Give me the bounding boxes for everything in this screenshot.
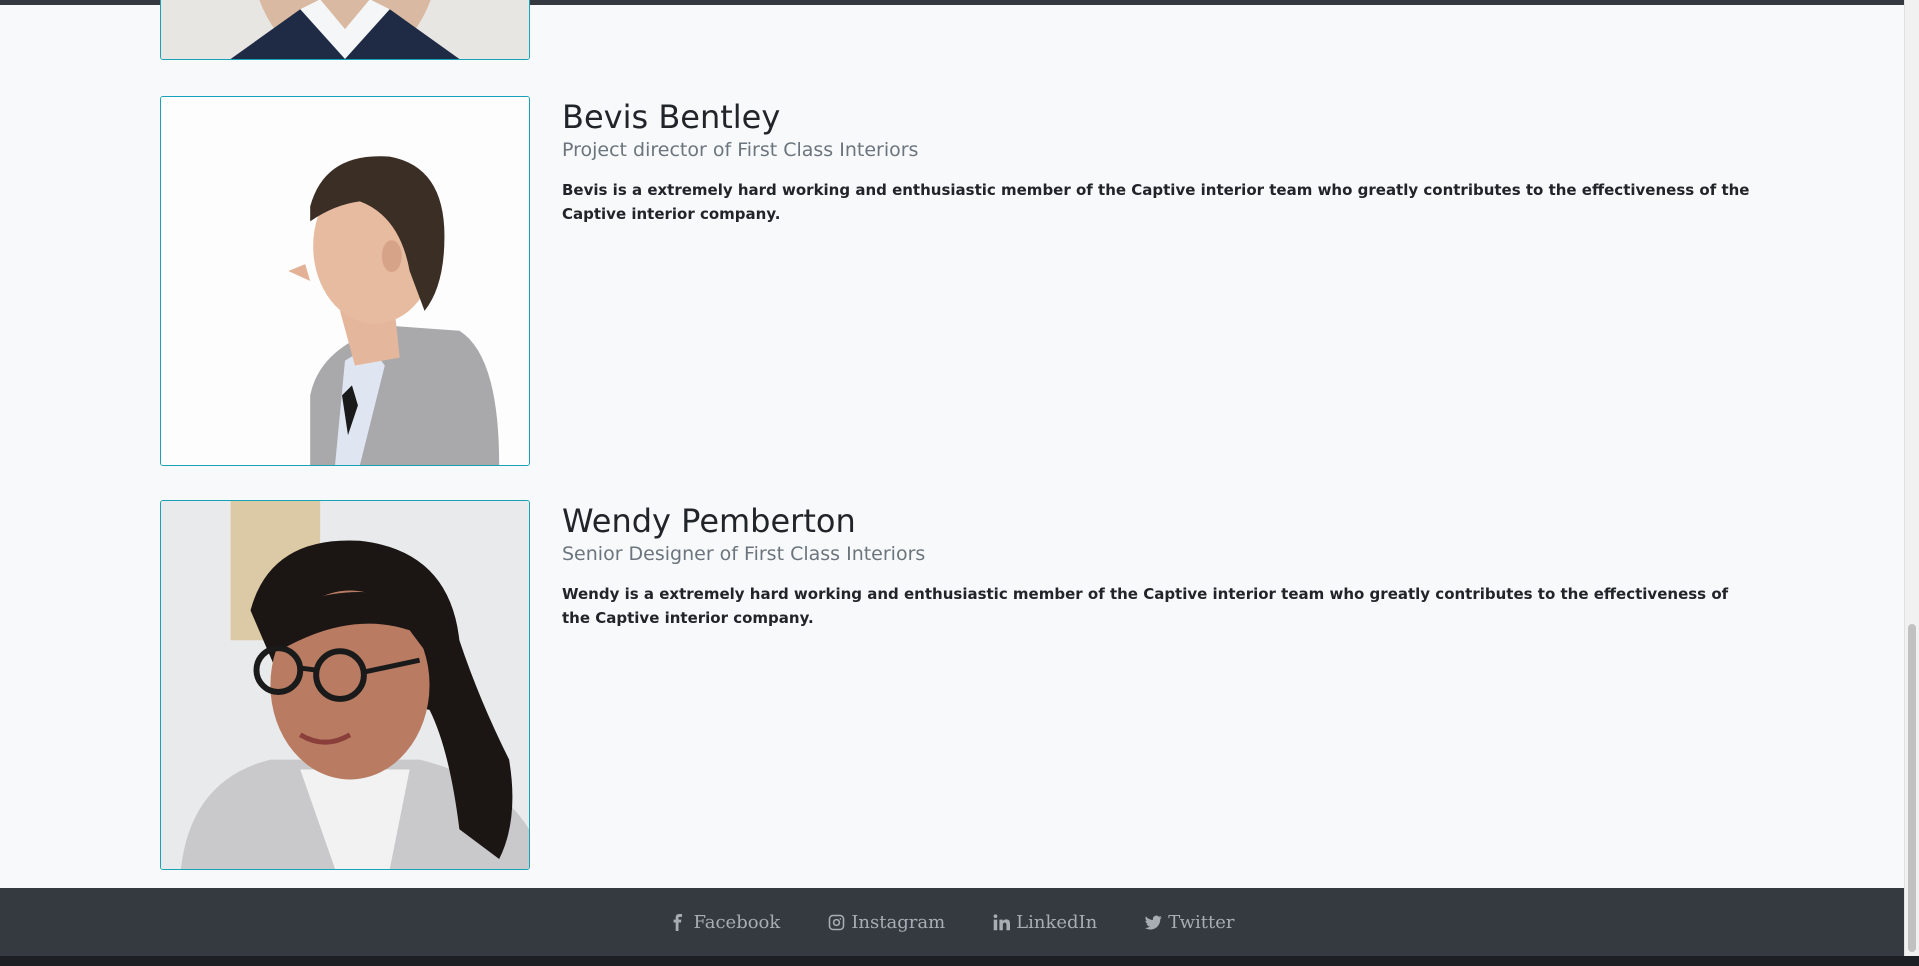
team-member-photo-wendy [160,500,530,870]
instagram-icon [829,914,845,930]
team-page: Bevis Bentley Project director of First … [0,0,1905,966]
linkedin-label: LinkedIn [1016,911,1098,933]
team-member-info-bevis: Bevis Bentley Project director of First … [562,96,1752,226]
scrollbar-thumb[interactable] [1908,624,1916,952]
twitter-icon [1145,915,1162,930]
linkedin-icon [993,913,1011,930]
twitter-label: Twitter [1168,911,1235,933]
team-member-role: Project director of First Class Interior… [562,139,919,161]
facebook-label: Facebook [693,911,781,933]
team-member-photo-bevis [160,96,530,466]
team-member-bio: Bevis is a extremely hard working and en… [562,181,1750,223]
twitter-link[interactable]: Twitter [1145,911,1235,933]
vertical-scrollbar[interactable] [1904,0,1919,956]
instagram-link[interactable]: Instagram [828,912,945,933]
team-member-name: Bevis Bentley [562,98,781,136]
team-member-name: Wendy Pemberton [562,502,856,540]
team-member-photo-previous [160,0,530,60]
facebook-icon [674,913,683,931]
os-taskbar-edge [0,956,1919,966]
team-member-role: Senior Designer of First Class Interiors [562,543,926,565]
team-member-info-wendy: Wendy Pemberton Senior Designer of First… [562,500,1752,630]
footer: Facebook Instagram LinkedIn Twitter [0,888,1905,956]
team-member-bio: Wendy is a extremely hard working and en… [562,585,1729,627]
linkedin-link[interactable]: LinkedIn [993,912,1097,933]
instagram-label: Instagram [851,911,946,933]
facebook-link[interactable]: Facebook [670,912,780,933]
